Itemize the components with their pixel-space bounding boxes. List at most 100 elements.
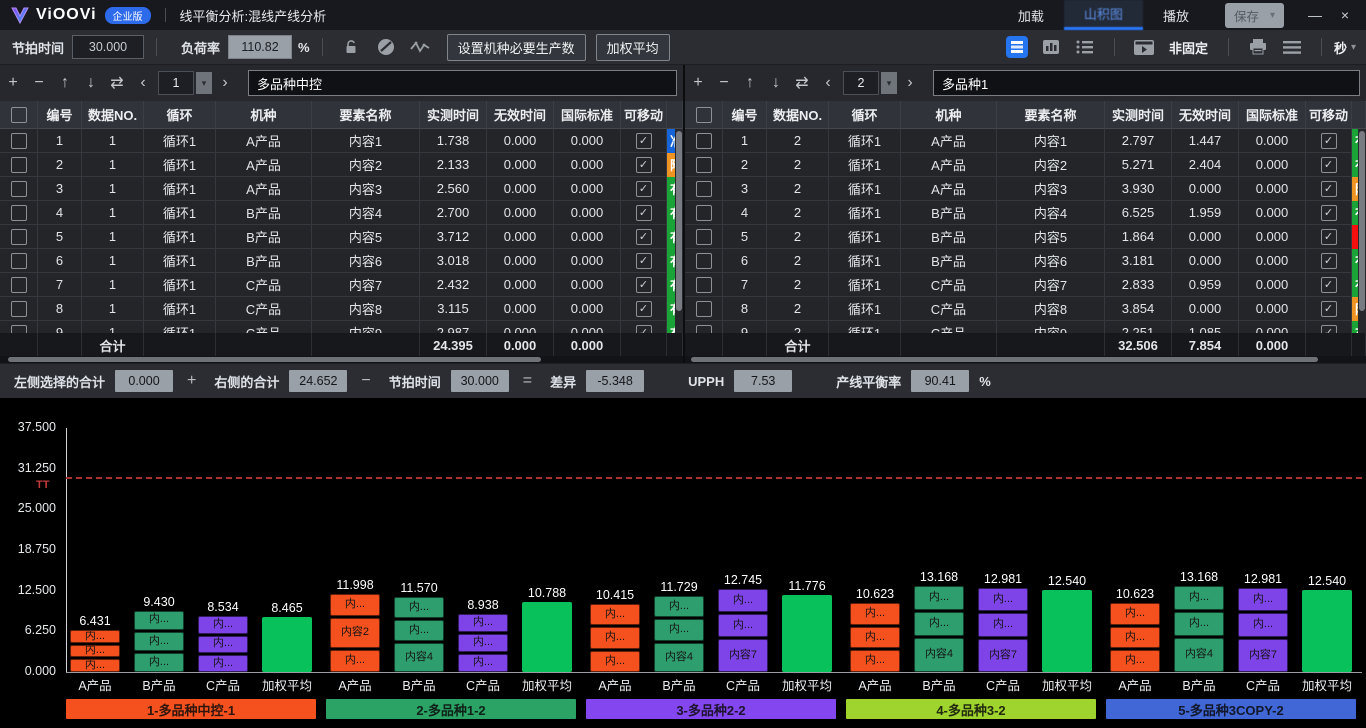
bar[interactable] — [1042, 590, 1092, 672]
table-row[interactable]: 21循环1A产品内容22.1330.0000.000✓附 — [0, 153, 683, 177]
movable-checkbox[interactable]: ✓ — [636, 301, 652, 317]
bar[interactable] — [782, 595, 832, 672]
row-checkbox[interactable] — [11, 205, 27, 221]
bar[interactable]: 内...内...内... — [134, 611, 184, 672]
bar-segment[interactable]: 内... — [458, 634, 508, 652]
movable-checkbox[interactable]: ✓ — [1321, 253, 1337, 269]
vertical-scrollbar[interactable] — [1358, 129, 1366, 333]
bar-segment[interactable]: 内... — [590, 627, 640, 648]
tab-load[interactable]: 加载 — [998, 0, 1064, 30]
bar-segment[interactable]: 内... — [978, 613, 1028, 637]
bar-segment[interactable]: 内... — [718, 589, 768, 612]
move-up-button[interactable]: ↑ — [737, 74, 763, 92]
bar-segment[interactable]: 内容4 — [914, 638, 964, 672]
bar[interactable]: 内...内...内... — [70, 630, 120, 672]
bar[interactable]: 内...内...内容7 — [1238, 588, 1288, 672]
weighted-average-button[interactable]: 加权平均 — [596, 34, 670, 61]
movable-checkbox[interactable]: ✓ — [1321, 229, 1337, 245]
bar[interactable]: 内... 内... 内... — [458, 614, 508, 672]
bar-chart-view-icon[interactable] — [1038, 35, 1064, 59]
move-up-button[interactable]: ↑ — [52, 74, 78, 92]
next-page-button[interactable]: › — [212, 74, 238, 92]
row-checkbox[interactable] — [696, 325, 712, 334]
group-label[interactable]: 1-多品种中控-1 — [66, 699, 316, 719]
save-button[interactable]: 保存 ▾ — [1225, 3, 1284, 28]
group-label[interactable]: 2-多品种1-2 — [326, 699, 576, 719]
bar-segment[interactable]: 内... — [654, 596, 704, 617]
row-checkbox[interactable] — [11, 181, 27, 197]
group-label[interactable]: 4-多品种3-2 — [846, 699, 1096, 719]
bar-segment[interactable]: 内... — [134, 653, 184, 672]
bar-segment[interactable]: 内... — [70, 659, 120, 672]
movable-checkbox[interactable]: ✓ — [636, 133, 652, 149]
bar[interactable]: 内...内...内容4 — [914, 586, 964, 672]
bar-segment[interactable]: 内... — [134, 632, 184, 651]
bar-segment[interactable]: 内... — [914, 586, 964, 610]
select-all-checkbox[interactable] — [696, 107, 712, 123]
table-row[interactable]: 31循环1A产品内容32.5600.0000.000✓有 — [0, 177, 683, 201]
bar-segment[interactable]: 内... — [330, 594, 380, 616]
bar-segment[interactable]: 内... — [590, 651, 640, 672]
bar[interactable]: 内...内...内... — [850, 603, 900, 672]
layout-view-icon[interactable] — [1004, 35, 1030, 59]
page-number[interactable]: 2 — [843, 71, 879, 95]
bar-segment[interactable]: 内... — [850, 627, 900, 649]
tab-yamazumi[interactable]: 山积图 — [1064, 0, 1143, 30]
bar[interactable]: 内...内...内容7 — [718, 589, 768, 672]
bar-segment[interactable]: 内容4 — [654, 643, 704, 672]
table-row[interactable]: 32循环1A产品内容33.9300.0000.000✓附 — [685, 177, 1366, 201]
bar-segment[interactable]: 内... — [198, 655, 248, 672]
bar-segment[interactable]: 内容4 — [1174, 638, 1224, 672]
row-checkbox[interactable] — [696, 229, 712, 245]
save-dropdown-caret[interactable]: ▾ — [1265, 10, 1275, 21]
horizontal-scrollbar[interactable] — [685, 356, 1366, 363]
movable-checkbox[interactable]: ✓ — [636, 181, 652, 197]
table-row[interactable]: 12循环1A产品内容12.7971.4470.000✓有 — [685, 129, 1366, 153]
table-row[interactable]: 81循环1C产品内容83.1150.0000.000✓有 — [0, 297, 683, 321]
table-row[interactable]: 72循环1C产品内容72.8330.9590.000✓有 — [685, 273, 1366, 297]
minimize-button[interactable]: — — [1300, 7, 1330, 23]
bar-segment[interactable]: 内... — [458, 614, 508, 632]
movable-checkbox[interactable]: ✓ — [1321, 205, 1337, 221]
bar-segment[interactable]: 内... — [394, 620, 444, 641]
bar-segment[interactable]: 内... — [590, 604, 640, 625]
bar-segment[interactable]: 内... — [330, 650, 380, 672]
bar-segment[interactable]: 内... — [458, 654, 508, 672]
bar[interactable]: 内...内...内容4 — [394, 597, 444, 672]
print-icon[interactable] — [1245, 35, 1271, 59]
dataset-name-input[interactable] — [933, 70, 1360, 96]
prev-page-button[interactable]: ‹ — [815, 74, 841, 92]
page-dropdown[interactable]: ▾ — [196, 72, 212, 94]
move-down-button[interactable]: ↓ — [763, 74, 789, 92]
movable-checkbox[interactable]: ✓ — [636, 157, 652, 173]
list-view-icon[interactable] — [1072, 35, 1098, 59]
bar-segment[interactable]: 内... — [654, 619, 704, 640]
movable-checkbox[interactable]: ✓ — [636, 205, 652, 221]
table-row[interactable]: 51循环1B产品内容53.7120.0000.000✓有 — [0, 225, 683, 249]
bar[interactable] — [1302, 590, 1352, 672]
tab-play[interactable]: 播放 — [1143, 0, 1209, 30]
row-checkbox[interactable] — [696, 277, 712, 293]
row-checkbox[interactable] — [11, 253, 27, 269]
page-dropdown[interactable]: ▾ — [881, 72, 897, 94]
row-checkbox[interactable] — [11, 301, 27, 317]
row-checkbox[interactable] — [11, 277, 27, 293]
table-row[interactable]: 42循环1B产品内容46.5251.9590.000✓有 — [685, 201, 1366, 225]
bar-segment[interactable]: 内... — [1110, 627, 1160, 649]
disable-icon[interactable] — [373, 35, 399, 59]
row-checkbox[interactable] — [696, 253, 712, 269]
video-icon[interactable] — [1131, 35, 1157, 59]
table-row[interactable]: 91循环1C产品内容92.9870.0000.000✓有 — [0, 321, 683, 333]
bar-segment[interactable]: 内... — [1110, 603, 1160, 625]
movable-checkbox[interactable]: ✓ — [1321, 301, 1337, 317]
bar-segment[interactable]: 内... — [70, 630, 120, 643]
select-all-checkbox[interactable] — [11, 107, 27, 123]
bar-segment[interactable]: 内容7 — [978, 639, 1028, 672]
row-checkbox[interactable] — [11, 229, 27, 245]
activity-icon[interactable] — [407, 35, 433, 59]
unit-dropdown-caret[interactable]: ▾ — [1351, 42, 1356, 53]
bar-segment[interactable]: 内... — [1238, 613, 1288, 637]
bar-segment[interactable]: 内... — [1238, 588, 1288, 612]
bar-segment[interactable]: 内... — [850, 650, 900, 672]
bar-segment[interactable]: 内容7 — [1238, 639, 1288, 672]
